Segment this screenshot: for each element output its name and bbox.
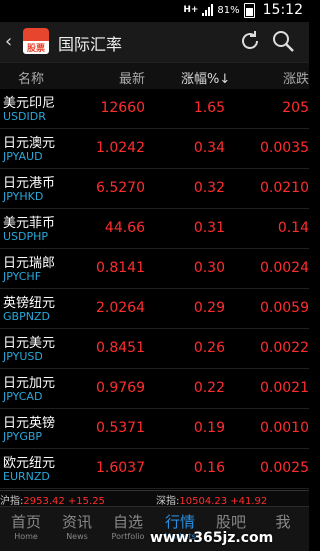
- change-value: 205: [282, 100, 309, 116]
- latest-price: 0.5371: [96, 420, 145, 436]
- pair-code: JPYCHF: [3, 270, 42, 283]
- rate-list: 美元印尼 USDIDR 12660 1.65 205 日元澳元 JPYAUD 1…: [0, 89, 309, 489]
- tab-label: 行情: [164, 513, 195, 531]
- watermark: www.365jz.com: [150, 530, 274, 546]
- pair-code: USDPHP: [3, 230, 49, 243]
- battery-icon: [243, 2, 255, 18]
- table-row[interactable]: 欧元纽元 EURNZD 1.6037 0.16 0.0025: [0, 449, 309, 489]
- pair-name: 日元瑞郎: [3, 256, 56, 271]
- app-bar: ‹ 股票 国际汇率: [0, 22, 309, 63]
- pair-name: 欧元纽元: [3, 456, 56, 471]
- battery-percent: 81%: [217, 4, 240, 16]
- page-title: 国际汇率: [58, 35, 123, 54]
- status-bar: H+ 81% 15:12: [0, 0, 309, 22]
- latest-price: 44.66: [104, 220, 145, 236]
- change-value: 0.0022: [260, 340, 309, 356]
- change-value: 0.0035: [260, 140, 309, 156]
- network-type: H+: [183, 4, 199, 15]
- pair-name: 日元美元: [3, 336, 56, 351]
- pair-name: 日元澳元: [3, 136, 56, 151]
- status-icons: H+ 81% 15:12: [183, 2, 303, 18]
- change-pct: 0.22: [193, 380, 225, 396]
- column-latest[interactable]: 最新: [119, 68, 145, 87]
- pair-code: JPYCAD: [3, 390, 43, 403]
- tab-sub: Portfolio: [111, 532, 145, 541]
- shenzhen-index: 深指:10504.23 +41.92: [156, 492, 267, 507]
- change-value: 0.0025: [260, 460, 309, 476]
- pair-name: 日元港币: [3, 176, 56, 191]
- latest-price: 1.6037: [96, 460, 145, 476]
- change-value: 0.0059: [260, 300, 309, 316]
- latest-price: 6.5270: [96, 180, 145, 196]
- logo-text: 股票: [23, 41, 49, 54]
- table-row[interactable]: 日元港币 JPYHKD 6.5270 0.32 0.0210: [0, 169, 309, 209]
- tab-portfolio[interactable]: 自选 Portfolio: [102, 511, 154, 541]
- pair-code: USDIDR: [3, 110, 46, 123]
- table-row[interactable]: 英镑纽元 GBPNZD 2.0264 0.29 0.0059: [0, 289, 309, 329]
- tab-label: 股吧: [215, 513, 246, 531]
- change-pct: 1.65: [193, 100, 225, 116]
- refresh-icon[interactable]: [238, 29, 262, 53]
- pair-code: EURNZD: [3, 470, 50, 483]
- latest-price: 0.9769: [96, 380, 145, 396]
- tab-sub: Home: [14, 532, 38, 541]
- change-value: 0.0021: [260, 380, 309, 396]
- table-row[interactable]: 美元菲币 USDPHP 44.66 0.31 0.14: [0, 209, 309, 249]
- shanghai-index: 沪指:2953.42 +15.25: [0, 492, 105, 507]
- signal-icon: [202, 4, 214, 16]
- tab-sub: News: [66, 532, 88, 541]
- back-icon[interactable]: ‹: [5, 31, 12, 52]
- table-row[interactable]: 日元瑞郎 JPYCHF 0.8141 0.30 0.0024: [0, 249, 309, 289]
- table-row[interactable]: 日元英镑 JPYGBP 0.5371 0.19 0.0010: [0, 409, 309, 449]
- pair-code: JPYAUD: [3, 150, 43, 163]
- tab-news[interactable]: 资讯 News: [51, 511, 103, 541]
- pair-name: 日元英镑: [3, 416, 56, 431]
- latest-price: 1.0242: [96, 140, 145, 156]
- table-row[interactable]: 美元印尼 USDIDR 12660 1.65 205: [0, 89, 309, 129]
- change-pct: 0.29: [193, 300, 225, 316]
- pair-code: JPYGBP: [3, 430, 43, 443]
- tab-label: 我: [275, 513, 291, 531]
- clock: 15:12: [262, 2, 303, 18]
- tab-label: 自选: [112, 513, 143, 531]
- pair-name: 英镑纽元: [3, 296, 56, 311]
- column-change[interactable]: 涨跌: [283, 68, 309, 87]
- column-name[interactable]: 名称: [18, 68, 44, 87]
- index-ticker[interactable]: 沪指:2953.42 +15.25 深指:10504.23 +41.92: [0, 490, 309, 507]
- latest-price: 12660: [100, 100, 145, 116]
- change-pct: 0.32: [193, 180, 225, 196]
- pair-code: GBPNZD: [3, 310, 50, 323]
- change-value: 0.0010: [260, 420, 309, 436]
- tab-label: 首页: [10, 513, 41, 531]
- pair-name: 美元印尼: [3, 96, 56, 111]
- tab-forum[interactable]: 股吧: [205, 511, 257, 532]
- latest-price: 0.8451: [96, 340, 145, 356]
- latest-price: 0.8141: [96, 260, 145, 276]
- change-value: 0.14: [277, 220, 309, 236]
- column-header: 名称 最新 涨幅%↓ 涨跌: [0, 63, 309, 89]
- change-pct: 0.31: [193, 220, 225, 236]
- change-pct: 0.30: [193, 260, 225, 276]
- change-pct: 0.26: [193, 340, 225, 356]
- search-icon[interactable]: [271, 29, 295, 53]
- table-row[interactable]: 日元加元 JPYCAD 0.9769 0.22 0.0021: [0, 369, 309, 409]
- tab-home[interactable]: 首页 Home: [0, 511, 52, 541]
- pair-name: 美元菲币: [3, 216, 56, 231]
- change-pct: 0.16: [193, 460, 225, 476]
- latest-price: 2.0264: [96, 300, 145, 316]
- app-logo[interactable]: 股票: [23, 28, 49, 54]
- pair-code: JPYHKD: [3, 190, 44, 203]
- table-row[interactable]: 日元澳元 JPYAUD 1.0242 0.34 0.0035: [0, 129, 309, 169]
- change-value: 0.0210: [260, 180, 309, 196]
- tab-label: 资讯: [61, 513, 92, 531]
- pair-code: JPYUSD: [3, 350, 43, 363]
- tab-me[interactable]: 我: [257, 511, 309, 532]
- change-value: 0.0024: [260, 260, 309, 276]
- table-row[interactable]: 日元美元 JPYUSD 0.8451 0.26 0.0022: [0, 329, 309, 369]
- change-pct: 0.19: [193, 420, 225, 436]
- column-change-pct[interactable]: 涨幅%↓: [181, 68, 230, 87]
- pair-name: 日元加元: [3, 376, 56, 391]
- change-pct: 0.34: [193, 140, 225, 156]
